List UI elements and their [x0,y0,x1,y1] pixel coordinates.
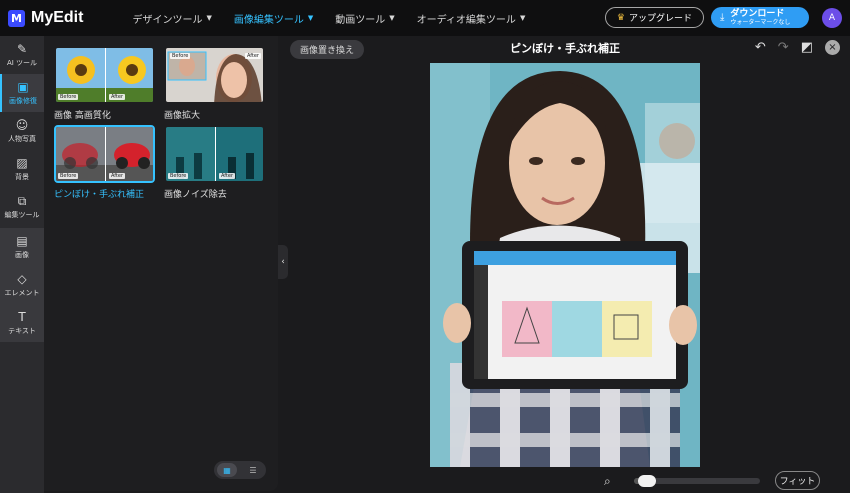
text-icon: T [18,309,26,324]
tool-card-deblur[interactable]: Before After ピンぼけ・手ぶれ補正 [54,125,155,200]
compare-divider [104,127,106,181]
sidebar-item-text[interactable]: T テキスト [0,304,44,342]
chevron-down-icon: ▼ [519,14,526,22]
account-area: ♛ アップグレード ⤓ ダウンロード ウォーターマークなし A [604,7,842,28]
nav-design-tools[interactable]: デザインツール ▼ [132,11,211,26]
logo-mark: M [8,9,25,27]
sidebar: ✎ AI ツール ▣ 画像修復 ☺ 人物写真 ▨ 背景 ⧉ 編集ツール ▤ 画像 ◇ エレメン… [0,36,44,493]
canvas-title: ピンぼけ・手ぶれ補正 [510,42,620,55]
main-nav: デザインツール ▼ 画像編集ツール ▼ 動画ツール ▼ オーディオ編集ツール ▼ [132,11,525,26]
compare-divider [104,48,106,102]
nav-label: オーディオ編集ツール [416,14,516,26]
chevron-down-icon: ▼ [307,14,314,22]
portrait-icon: ☺ [15,117,29,132]
download-label: ダウンロード [730,8,785,19]
undo-icon[interactable]: ↶ [755,40,766,55]
magic-wand-icon: ✎ [16,41,28,56]
download-sublabel: ウォーターマークなし [730,18,791,26]
sidebar-item-label: 人物写真 [8,134,36,143]
tool-thumbnail: Before After [54,46,155,104]
view-toggle: ▦ ☰ [214,461,266,479]
tool-label: 画像ノイズ除去 [164,190,227,200]
before-tag: Before [58,173,79,179]
before-tag: Before [58,94,79,100]
fit-button[interactable]: フィット [775,471,820,490]
download-text: ダウンロード ウォーターマークなし [730,8,791,26]
nav-label: デザインツール [132,14,203,26]
grid-view-icon[interactable]: ▦ [217,463,237,477]
sidebar-item-ai-tools[interactable]: ✎ AI ツール [0,36,44,74]
close-icon[interactable]: × [825,40,840,55]
crown-icon: ♛ [616,12,625,23]
zoom-slider[interactable] [634,475,760,487]
download-icon: ⤓ [720,12,725,23]
sidebar-item-label: テキスト [8,326,36,335]
after-tag: After [219,173,236,179]
list-view-icon[interactable]: ☰ [243,463,263,477]
redo-icon[interactable]: ↷ [778,40,789,55]
tool-thumbnail: Before After [164,46,265,104]
nav-label: 画像編集ツール [233,14,304,26]
zoom-slider-knob[interactable] [638,475,656,487]
background-icon: ▨ [16,155,28,170]
sidebar-item-label: AI ツール [6,58,38,67]
chevron-down-icon: ▼ [389,14,395,22]
chevron-left-icon: ‹ [281,257,285,267]
collapse-panel-button[interactable]: ‹ [278,245,288,279]
tool-label: ピンぼけ・手ぶれ補正 [54,190,145,200]
download-button[interactable]: ⤓ ダウンロード ウォーターマークなし [711,7,809,28]
sidebar-item-label: 背景 [15,172,29,181]
tool-label: 画像拡大 [164,111,201,121]
top-bar: M MyEdit デザインツール ▼ 画像編集ツール ▼ 動画ツール ▼ オーディオ編… [0,0,850,36]
sidebar-insert-group: ▤ 画像 ◇ エレメント T テキスト [0,228,44,342]
elements-icon: ◇ [17,271,27,286]
tool-panel: Before After 画像 高画質化 Before After 画像拡大 B… [44,36,278,491]
app-logo[interactable]: M MyEdit [8,9,83,27]
after-tag: After [244,53,261,59]
compare-divider [214,127,216,181]
sidebar-item-label: 編集ツール [4,210,40,219]
nav-image-tools[interactable]: 画像編集ツール ▼ [234,11,313,26]
nav-label: 動画ツール [335,14,386,26]
upgrade-label: アップグレード [628,14,692,24]
sidebar-item-image-repair[interactable]: ▣ 画像修復 [0,74,44,112]
replace-image-button[interactable]: 画像置き換え [290,40,365,59]
tool-thumbnail: Before After [54,125,155,183]
image-icon: ▤ [16,233,28,248]
sidebar-item-image[interactable]: ▤ 画像 [0,228,44,266]
upgrade-button[interactable]: ♛ アップグレード [604,7,704,28]
before-tag: Before [168,173,189,179]
sidebar-item-edit-tools[interactable]: ⧉ 編集ツール [0,188,44,226]
image-repair-icon: ▣ [17,79,29,94]
tool-thumbnail: Before After [164,125,265,183]
eraser-icon[interactable]: ◩ [801,40,813,55]
tool-card-enhance[interactable]: Before After 画像 高画質化 [54,46,155,121]
app-name: MyEdit [31,9,84,26]
tool-card-upscale[interactable]: Before After 画像拡大 [164,46,265,121]
avatar[interactable]: A [822,7,842,28]
chevron-down-icon: ▼ [206,14,212,22]
sidebar-item-background[interactable]: ▨ 背景 [0,150,44,188]
sidebar-item-label: エレメント [4,288,40,297]
sidebar-item-label: 画像 [15,250,29,259]
crop-icon: ⧉ [17,193,27,208]
before-tag: Before [170,53,191,59]
girl-with-tablet-photo [430,63,700,467]
sidebar-item-portrait[interactable]: ☺ 人物写真 [0,112,44,150]
after-tag: After [109,94,126,100]
canvas-image[interactable] [430,63,700,467]
zoom-icon: ⌕ [604,474,611,488]
tool-label: 画像 高画質化 [54,111,111,121]
after-tag: After [109,173,126,179]
canvas-actions: ↶ ↷ ◩ × [755,40,840,55]
nav-audio-tools[interactable]: オーディオ編集ツール ▼ [417,11,526,26]
tool-card-denoise[interactable]: Before After 画像ノイズ除去 [164,125,265,200]
nav-video-tools[interactable]: 動画ツール ▼ [335,11,394,26]
sidebar-item-elements[interactable]: ◇ エレメント [0,266,44,304]
sidebar-item-label: 画像修復 [9,96,37,105]
